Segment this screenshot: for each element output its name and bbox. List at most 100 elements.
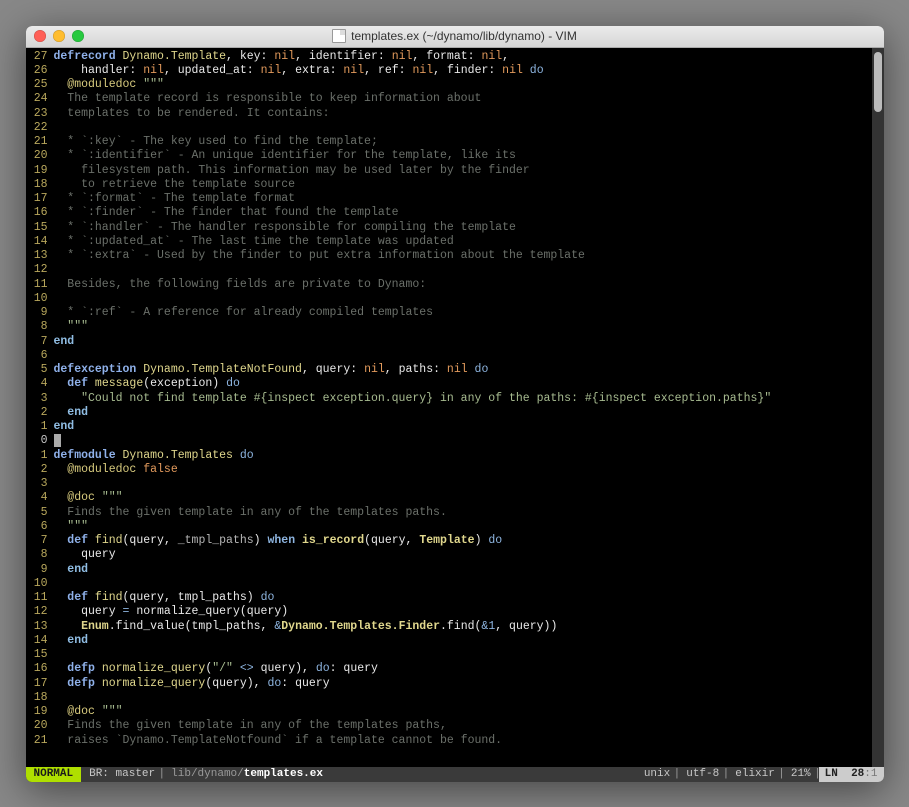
code-line[interactable]: 2 end bbox=[26, 406, 884, 420]
code-line[interactable]: 9 end bbox=[26, 563, 884, 577]
code-content[interactable]: @moduledoc false bbox=[54, 463, 178, 477]
code-content[interactable]: end bbox=[54, 420, 75, 434]
code-line[interactable]: 18 to retrieve the template source bbox=[26, 178, 884, 192]
code-line[interactable]: 11 Besides, the following fields are pri… bbox=[26, 278, 884, 292]
code-line[interactable]: 12 query = normalize_query(query) bbox=[26, 605, 884, 619]
fileformat-segment: unix bbox=[636, 767, 678, 782]
code-line[interactable]: 19 @doc """ bbox=[26, 705, 884, 719]
code-line[interactable]: 8 """ bbox=[26, 320, 884, 334]
code-line[interactable]: 21 * `:key` - The key used to find the t… bbox=[26, 135, 884, 149]
code-line[interactable]: 14 end bbox=[26, 634, 884, 648]
code-line[interactable]: 5defexception Dynamo.TemplateNotFound, q… bbox=[26, 363, 884, 377]
code-line[interactable]: 4 @doc """ bbox=[26, 491, 884, 505]
code-line[interactable]: 7 def find(query, _tmpl_paths) when is_r… bbox=[26, 534, 884, 548]
code-line[interactable]: 7end bbox=[26, 335, 884, 349]
code-line[interactable]: 4 def message(exception) do bbox=[26, 377, 884, 391]
editor-area[interactable]: 27defrecord Dynamo.Template, key: nil, i… bbox=[26, 48, 884, 767]
code-content[interactable]: defp normalize_query(query), do: query bbox=[54, 677, 330, 691]
code-lines[interactable]: 27defrecord Dynamo.Template, key: nil, i… bbox=[26, 48, 884, 750]
code-content[interactable]: Finds the given template in any of the t… bbox=[54, 719, 447, 733]
code-content[interactable]: * `:identifier` - An unique identifier f… bbox=[54, 149, 516, 163]
code-line[interactable]: 10 bbox=[26, 577, 884, 591]
code-content[interactable]: defexception Dynamo.TemplateNotFound, qu… bbox=[54, 363, 489, 377]
code-line[interactable]: 9 * `:ref` - A reference for already com… bbox=[26, 306, 884, 320]
code-line[interactable]: 1defmodule Dynamo.Templates do bbox=[26, 449, 884, 463]
code-line[interactable]: 17 * `:format` - The template format bbox=[26, 192, 884, 206]
code-line[interactable]: 16 defp normalize_query("/" <> query), d… bbox=[26, 662, 884, 676]
code-content[interactable]: Besides, the following fields are privat… bbox=[54, 278, 427, 292]
code-content[interactable]: end bbox=[54, 563, 89, 577]
code-line[interactable]: 13 * `:extra` - Used by the finder to pu… bbox=[26, 249, 884, 263]
code-content[interactable]: end bbox=[54, 634, 89, 648]
line-number: 17 bbox=[26, 192, 54, 206]
code-content[interactable]: def find(query, tmpl_paths) do bbox=[54, 591, 275, 605]
code-line[interactable]: 21 raises `Dynamo.TemplateNotfound` if a… bbox=[26, 734, 884, 748]
code-line[interactable]: 24 The template record is responsible to… bbox=[26, 92, 884, 106]
code-line[interactable]: 2 @moduledoc false bbox=[26, 463, 884, 477]
code-line[interactable]: 6 """ bbox=[26, 520, 884, 534]
code-line[interactable]: 12 bbox=[26, 263, 884, 277]
code-line[interactable]: 13 Enum.find_value(tmpl_paths, &Dynamo.T… bbox=[26, 620, 884, 634]
code-line[interactable]: 8 query bbox=[26, 548, 884, 562]
code-content[interactable]: Finds the given template in any of the t… bbox=[54, 506, 447, 520]
code-content[interactable]: to retrieve the template source bbox=[54, 178, 296, 192]
code-content[interactable]: end bbox=[54, 406, 89, 420]
scrollbar[interactable] bbox=[872, 48, 884, 767]
code-content[interactable]: @doc """ bbox=[54, 705, 123, 719]
code-line[interactable]: 3 "Could not find template #{inspect exc… bbox=[26, 392, 884, 406]
code-content[interactable]: * `:finder` - The finder that found the … bbox=[54, 206, 399, 220]
code-content[interactable]: defp normalize_query("/" <> query), do: … bbox=[54, 662, 378, 676]
code-line[interactable]: 6 bbox=[26, 349, 884, 363]
code-content[interactable]: def find(query, _tmpl_paths) when is_rec… bbox=[54, 534, 503, 548]
code-content[interactable]: * `:handler` - The handler responsible f… bbox=[54, 221, 516, 235]
scrollbar-thumb[interactable] bbox=[874, 52, 882, 112]
code-content[interactable]: filesystem path. This information may be… bbox=[54, 164, 530, 178]
minimize-button[interactable] bbox=[53, 30, 65, 42]
code-content[interactable]: The template record is responsible to ke… bbox=[54, 92, 482, 106]
code-line[interactable]: 27defrecord Dynamo.Template, key: nil, i… bbox=[26, 50, 884, 64]
code-content[interactable]: * `:key` - The key used to find the temp… bbox=[54, 135, 378, 149]
code-line[interactable]: 26 handler: nil, updated_at: nil, extra:… bbox=[26, 64, 884, 78]
code-content[interactable]: end bbox=[54, 335, 75, 349]
code-content[interactable]: def message(exception) do bbox=[54, 377, 240, 391]
code-line[interactable]: 22 bbox=[26, 121, 884, 135]
code-content[interactable]: templates to be rendered. It contains: bbox=[54, 107, 330, 121]
filepath-segment: lib/dynamo/templates.ex bbox=[163, 767, 331, 782]
code-content[interactable]: """ bbox=[54, 520, 89, 534]
code-line[interactable]: 11 def find(query, tmpl_paths) do bbox=[26, 591, 884, 605]
code-content[interactable]: defmodule Dynamo.Templates do bbox=[54, 449, 254, 463]
code-line[interactable]: 3 bbox=[26, 477, 884, 491]
code-line[interactable]: 20 Finds the given template in any of th… bbox=[26, 719, 884, 733]
code-line[interactable]: 20 * `:identifier` - An unique identifie… bbox=[26, 149, 884, 163]
code-line[interactable]: 0 bbox=[26, 434, 884, 448]
code-line[interactable]: 1end bbox=[26, 420, 884, 434]
code-line[interactable]: 15 * `:handler` - The handler responsibl… bbox=[26, 221, 884, 235]
code-content[interactable]: * `:updated_at` - The last time the temp… bbox=[54, 235, 454, 249]
code-line[interactable]: 17 defp normalize_query(query), do: quer… bbox=[26, 677, 884, 691]
maximize-button[interactable] bbox=[72, 30, 84, 42]
code-content[interactable]: query = normalize_query(query) bbox=[54, 605, 289, 619]
code-content[interactable]: @doc """ bbox=[54, 491, 123, 505]
code-content[interactable]: "Could not find template #{inspect excep… bbox=[54, 392, 772, 406]
code-content[interactable]: """ bbox=[54, 320, 89, 334]
code-content[interactable]: @moduledoc """ bbox=[54, 78, 164, 92]
code-line[interactable]: 10 bbox=[26, 292, 884, 306]
code-line[interactable]: 23 templates to be rendered. It contains… bbox=[26, 107, 884, 121]
code-content[interactable]: Enum.find_value(tmpl_paths, &Dynamo.Temp… bbox=[54, 620, 558, 634]
code-line[interactable]: 16 * `:finder` - The finder that found t… bbox=[26, 206, 884, 220]
code-line[interactable]: 14 * `:updated_at` - The last time the t… bbox=[26, 235, 884, 249]
code-line[interactable]: 5 Finds the given template in any of the… bbox=[26, 506, 884, 520]
code-line[interactable]: 19 filesystem path. This information may… bbox=[26, 164, 884, 178]
code-content[interactable]: defrecord Dynamo.Template, key: nil, ide… bbox=[54, 50, 510, 64]
code-content[interactable]: handler: nil, updated_at: nil, extra: ni… bbox=[54, 64, 544, 78]
code-line[interactable]: 18 bbox=[26, 691, 884, 705]
code-line[interactable]: 15 bbox=[26, 648, 884, 662]
code-content[interactable]: * `:ref` - A reference for already compi… bbox=[54, 306, 434, 320]
code-content[interactable] bbox=[54, 434, 61, 448]
close-button[interactable] bbox=[34, 30, 46, 42]
code-content[interactable]: query bbox=[54, 548, 116, 562]
code-content[interactable]: * `:extra` - Used by the finder to put e… bbox=[54, 249, 585, 263]
code-line[interactable]: 25 @moduledoc """ bbox=[26, 78, 884, 92]
code-content[interactable]: raises `Dynamo.TemplateNotfound` if a te… bbox=[54, 734, 503, 748]
code-content[interactable]: * `:format` - The template format bbox=[54, 192, 296, 206]
